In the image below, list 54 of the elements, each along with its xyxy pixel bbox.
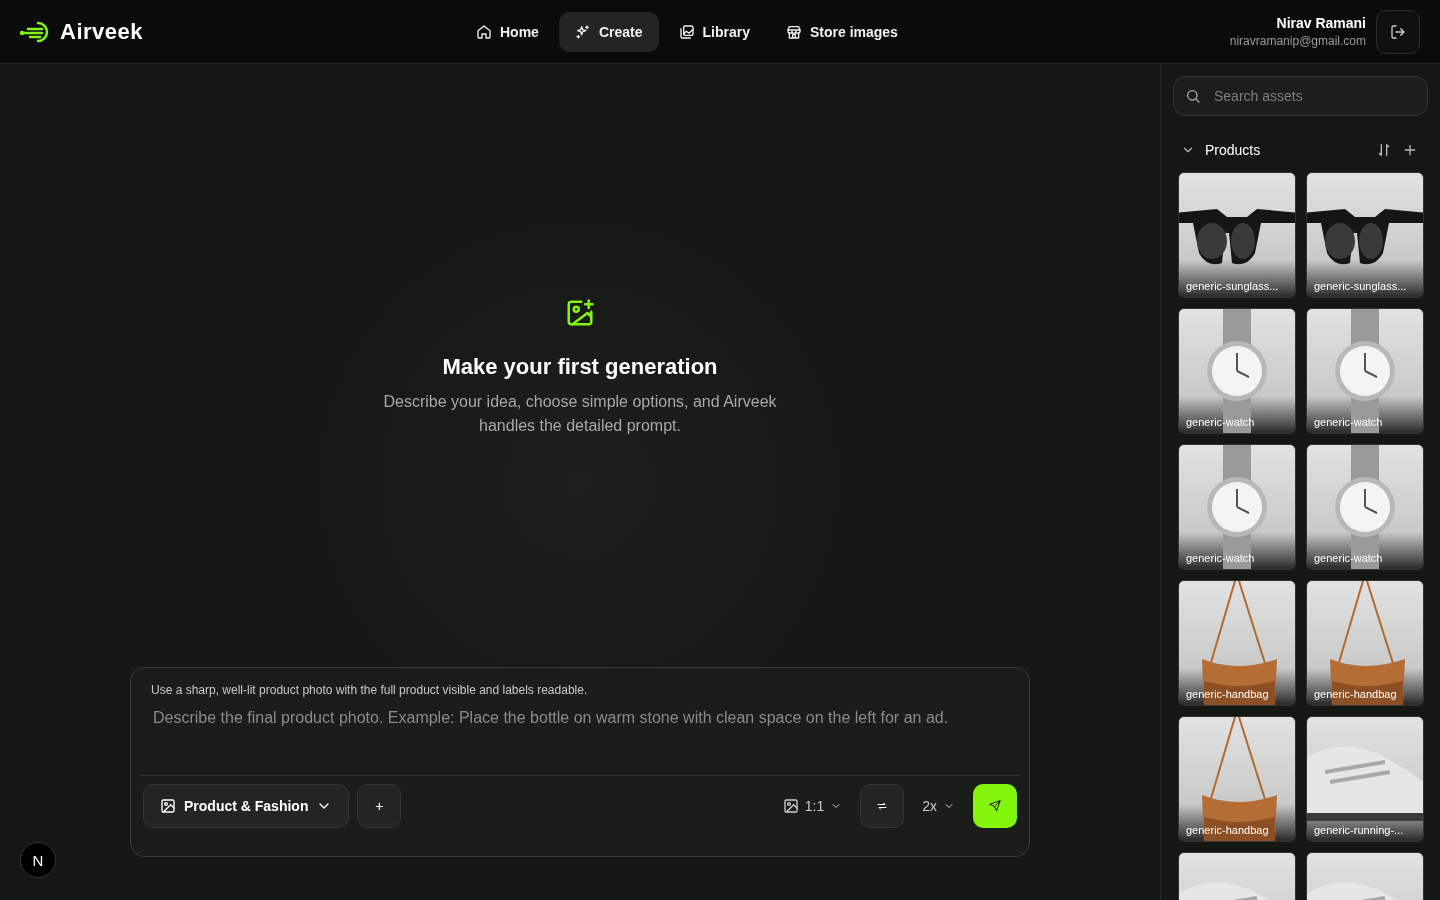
image-plus-icon: [565, 298, 595, 328]
sort-icon: [1376, 142, 1392, 158]
brand-name: Airveek: [60, 18, 143, 45]
sort-button[interactable]: [1376, 142, 1392, 158]
asset-label: generic-running-...: [1314, 824, 1404, 836]
section-title: Products: [1205, 142, 1262, 158]
category-dropdown[interactable]: Product & Fashion: [143, 784, 350, 828]
asset-thumbnail[interactable]: generic-handbag: [1178, 716, 1296, 842]
swap-icon: [876, 800, 889, 812]
asset-thumbnail[interactable]: generic-running-...: [1306, 716, 1424, 842]
nav-tab[interactable]: Home: [460, 11, 555, 52]
asset-thumbnail[interactable]: generic-watch: [1306, 444, 1424, 570]
asset-thumbnail[interactable]: generic-handbag: [1306, 580, 1424, 706]
aspect-ratio-dropdown[interactable]: 1:1: [772, 784, 853, 828]
asset-thumbnail[interactable]: generic-watch: [1178, 308, 1296, 434]
plus-icon: [1402, 142, 1418, 158]
images-icon: [678, 23, 695, 40]
image-icon: [782, 798, 799, 814]
asset-label: generic-handbag: [1186, 824, 1269, 836]
asset-label: generic-handbag: [1186, 688, 1269, 700]
nav-tab[interactable]: Store images: [769, 11, 914, 52]
send-button[interactable]: [973, 784, 1017, 828]
user-name: Nirav Ramani: [1275, 15, 1366, 31]
store-icon: [785, 23, 802, 40]
scale-dropdown[interactable]: 2x: [912, 784, 965, 828]
add-asset-button[interactable]: [1402, 142, 1418, 158]
asset-label: generic-watch: [1186, 552, 1255, 564]
send-icon: [989, 800, 1001, 812]
composer-hint: Use a sharp, well-lit product photo with the full product visible and labels readable.: [150, 682, 589, 697]
asset-thumbnail[interactable]: generic-handbag: [1178, 580, 1296, 706]
image-icon: [160, 798, 176, 814]
asset-thumbnail[interactable]: generic-watch: [1178, 444, 1296, 570]
asset-label: generic-sunglass...: [1186, 280, 1279, 292]
asset-label: generic-watch: [1314, 416, 1383, 428]
logout-icon: [1390, 23, 1406, 40]
search-field[interactable]: Search assets: [1173, 76, 1428, 116]
empty-title: Make your first generation: [442, 354, 718, 380]
asset-label: generic-watch: [1186, 416, 1255, 428]
nav-tab[interactable]: Create: [558, 11, 659, 52]
sparkles-icon: [574, 23, 591, 40]
add-button[interactable]: +: [357, 784, 402, 828]
user-email: niravramanip@gmail.com: [1229, 34, 1366, 48]
home-icon: [476, 23, 492, 40]
nav-tab[interactable]: Library: [662, 11, 766, 52]
prompt-box[interactable]: Use a sharp, well-lit product photo with the full product visible and labels readable. Describe the final product photo. Example: Place the bottle on warm stone with clean space on the left for an ad. Product & Fashion + 1:1 2x: [130, 667, 1030, 857]
asset-thumbnail[interactable]: generic-watch: [1306, 308, 1424, 434]
dev-badge[interactable]: N: [20, 842, 56, 878]
asset-label: generic-watch: [1314, 552, 1383, 564]
asset-thumbnail[interactable]: generic-sunglass...: [1306, 172, 1424, 298]
asset-thumbnail[interactable]: generic-sunglass...: [1178, 172, 1296, 298]
logout-button[interactable]: [1376, 9, 1420, 54]
asset-label: generic-handbag: [1314, 688, 1397, 700]
asset-label: generic-sunglass...: [1314, 280, 1407, 292]
empty-description: Describe your idea, choose simple options, and Airveek handles the detailed prompt.: [382, 392, 778, 436]
